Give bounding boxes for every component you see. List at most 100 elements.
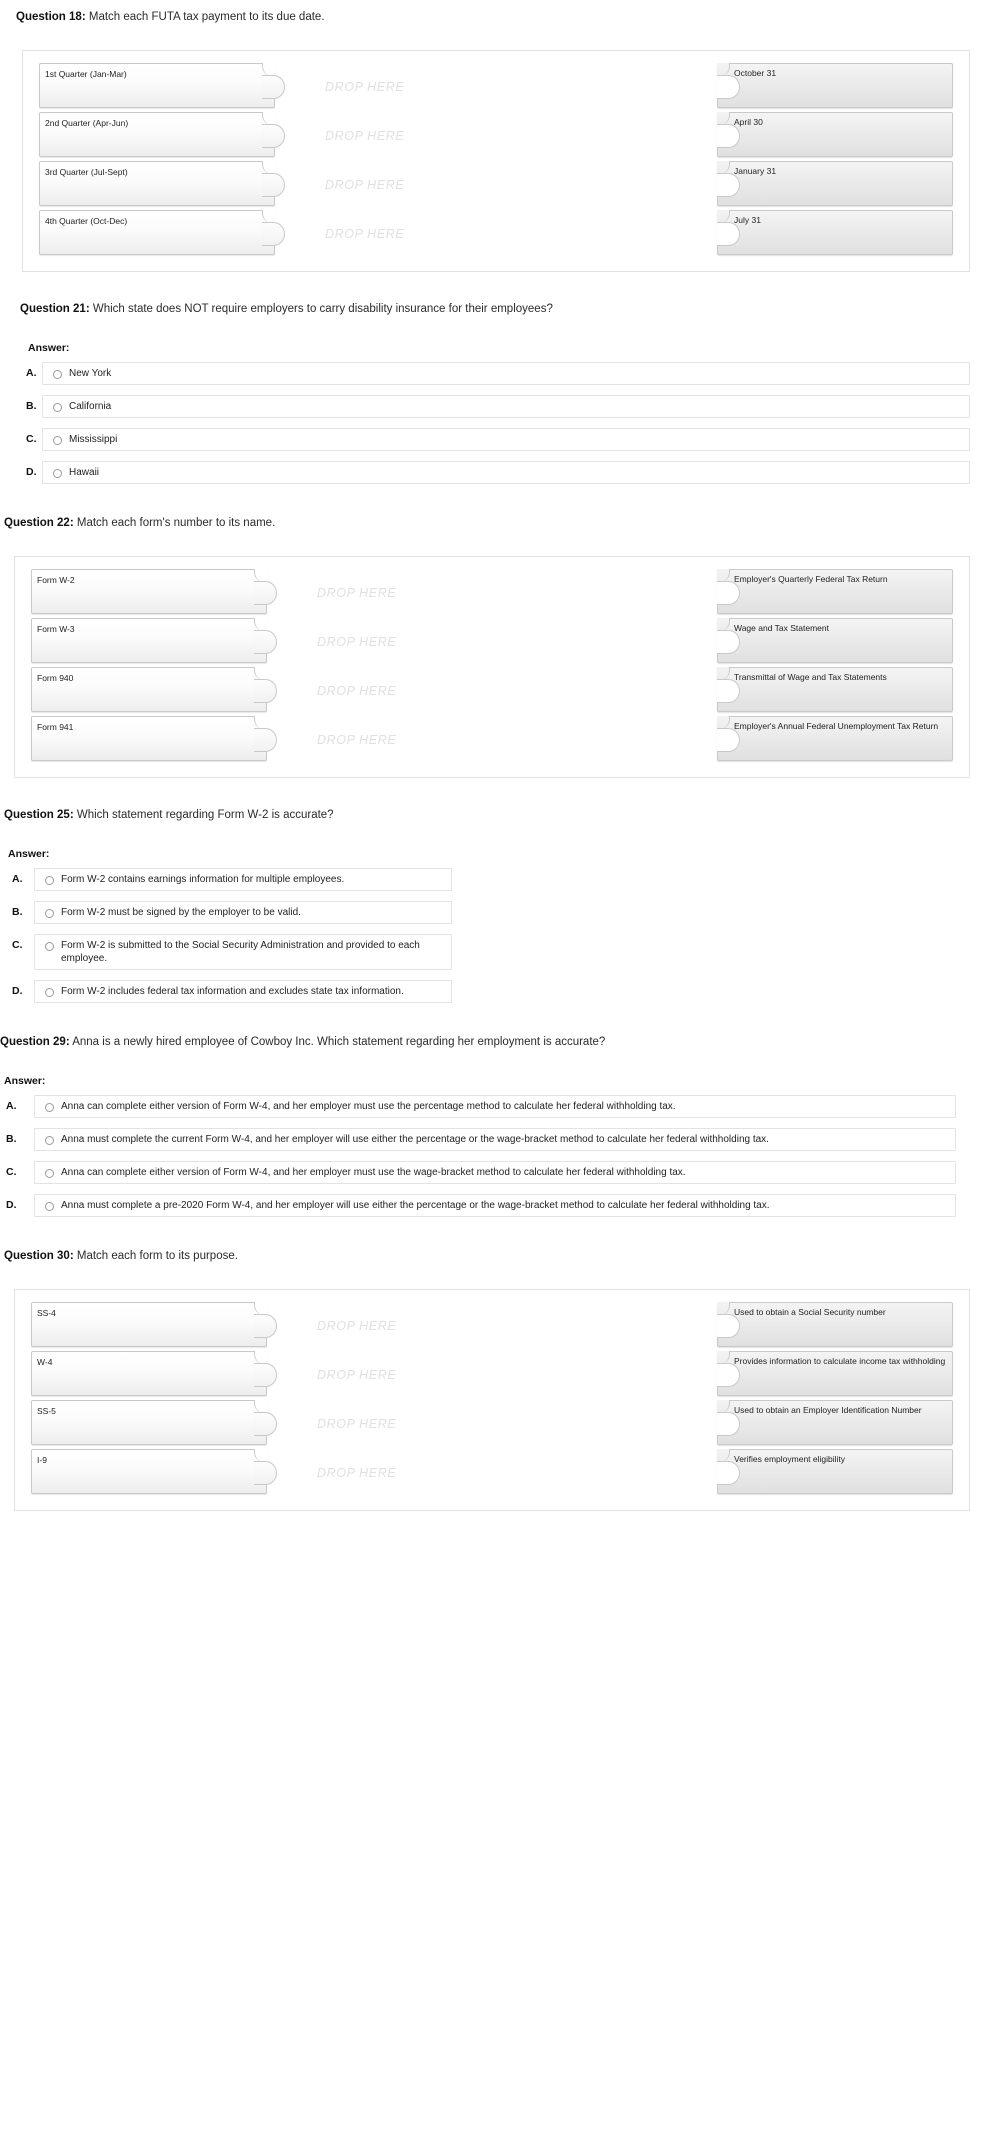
match-row: Form W-3 DROP HERE Wage and Tax Statemen… — [25, 618, 959, 667]
option-row-a[interactable]: A. New York — [8, 362, 984, 385]
option-box[interactable]: Hawaii — [42, 461, 970, 484]
drop-zone-label[interactable]: DROP HERE — [317, 586, 396, 600]
option-letter: A. — [12, 873, 23, 885]
drop-zone-label[interactable]: DROP HERE — [317, 1466, 396, 1480]
option-box[interactable]: Anna must complete the current Form W-4,… — [34, 1128, 956, 1151]
match-target-card[interactable]: Provides information to calculate income… — [717, 1351, 953, 1396]
option-row-a[interactable]: A. Anna can complete either version of F… — [0, 1095, 984, 1118]
drop-zone-label[interactable]: DROP HERE — [317, 1417, 396, 1431]
drop-zone-label[interactable]: DROP HERE — [317, 1368, 396, 1382]
question-30-number: Question 30: — [4, 1250, 74, 1262]
option-box[interactable]: Form W-2 includes federal tax informatio… — [34, 980, 452, 1003]
option-row-a[interactable]: A. Form W-2 contains earnings informatio… — [0, 868, 984, 891]
match-row: W-4 DROP HERE Provides information to ca… — [25, 1351, 959, 1400]
match-target-card[interactable]: Employer's Quarterly Federal Tax Return — [717, 569, 953, 614]
drop-zone-label[interactable]: DROP HERE — [325, 227, 404, 241]
option-box[interactable]: Form W-2 contains earnings information f… — [34, 868, 452, 891]
match-target-label: January 31 — [734, 166, 777, 176]
option-letter: D. — [12, 985, 23, 997]
option-row-c[interactable]: C. Mississippi — [8, 428, 984, 451]
option-box[interactable]: Anna can complete either version of Form… — [34, 1161, 956, 1184]
radio-button-icon[interactable] — [45, 988, 54, 997]
question-22-prompt: Match each form's number to its name. — [76, 517, 276, 529]
question-block-22: Question 22: Match each form's number to… — [0, 516, 984, 778]
radio-button-icon[interactable] — [53, 469, 62, 478]
option-text: Form W-2 includes federal tax informatio… — [61, 986, 404, 997]
option-box[interactable]: New York — [42, 362, 970, 385]
match-source-card[interactable]: 1st Quarter (Jan-Mar) — [39, 63, 285, 108]
option-box[interactable]: California — [42, 395, 970, 418]
drop-zone-label[interactable]: DROP HERE — [317, 1319, 396, 1333]
match-target-card[interactable]: Wage and Tax Statement — [717, 618, 953, 663]
radio-button-icon[interactable] — [53, 403, 62, 412]
option-row-d[interactable]: D. Hawaii — [8, 461, 984, 484]
match-target-label: Provides information to calculate income… — [734, 1356, 946, 1366]
question-21-prompt: Which state does NOT require employers t… — [92, 303, 553, 315]
match-target-label: Wage and Tax Statement — [734, 623, 829, 633]
question-21-number: Question 21: — [20, 303, 90, 315]
question-29-number: Question 29: — [0, 1036, 70, 1048]
radio-button-icon[interactable] — [45, 876, 54, 885]
match-target-label: Employer's Annual Federal Unemployment T… — [734, 721, 939, 731]
match-target-card[interactable]: Used to obtain an Employer Identificatio… — [717, 1400, 953, 1445]
match-target-card[interactable]: Transmittal of Wage and Tax Statements — [717, 667, 953, 712]
match-target-card[interactable]: April 30 — [717, 112, 953, 157]
radio-button-icon[interactable] — [45, 942, 54, 951]
radio-button-icon[interactable] — [45, 1202, 54, 1211]
option-row-b[interactable]: B. Form W-2 must be signed by the employ… — [0, 901, 984, 924]
match-source-card[interactable]: Form 940 — [31, 667, 277, 712]
question-18-heading: Question 18: Match each FUTA tax payment… — [8, 0, 984, 24]
match-target-card[interactable]: Employer's Annual Federal Unemployment T… — [717, 716, 953, 761]
drop-zone-label[interactable]: DROP HERE — [317, 733, 396, 747]
option-box[interactable]: Form W-2 is submitted to the Social Secu… — [34, 934, 452, 970]
question-21-heading: Question 21: Which state does NOT requir… — [8, 302, 984, 316]
match-source-card[interactable]: Form W-2 — [31, 569, 277, 614]
match-source-card[interactable]: SS-4 — [31, 1302, 277, 1347]
radio-button-icon[interactable] — [45, 909, 54, 918]
match-source-label: 4th Quarter (Oct-Dec) — [45, 216, 128, 226]
match-target-card[interactable]: Verifies employment eligibility — [717, 1449, 953, 1494]
match-target-card[interactable]: July 31 — [717, 210, 953, 255]
radio-button-icon[interactable] — [53, 436, 62, 445]
option-row-d[interactable]: D. Form W-2 includes federal tax informa… — [0, 980, 984, 1003]
match-row: SS-5 DROP HERE Used to obtain an Employe… — [25, 1400, 959, 1449]
match-source-card[interactable]: Form 941 — [31, 716, 277, 761]
radio-button-icon[interactable] — [45, 1103, 54, 1112]
option-row-d[interactable]: D. Anna must complete a pre-2020 Form W-… — [0, 1194, 984, 1217]
match-source-card[interactable]: I-9 — [31, 1449, 277, 1494]
option-box[interactable]: Anna must complete a pre-2020 Form W-4, … — [34, 1194, 956, 1217]
drop-zone-label[interactable]: DROP HERE — [325, 178, 404, 192]
match-source-card[interactable]: Form W-3 — [31, 618, 277, 663]
matching-panel-30: SS-4 DROP HERE Used to obtain a Social S… — [14, 1289, 970, 1511]
match-target-card[interactable]: January 31 — [717, 161, 953, 206]
match-source-card[interactable]: 4th Quarter (Oct-Dec) — [39, 210, 285, 255]
option-box[interactable]: Form W-2 must be signed by the employer … — [34, 901, 452, 924]
match-row: 1st Quarter (Jan-Mar) DROP HERE October … — [33, 63, 959, 112]
drop-zone-label[interactable]: DROP HERE — [325, 80, 404, 94]
match-target-card[interactable]: October 31 — [717, 63, 953, 108]
option-box[interactable]: Anna can complete either version of Form… — [34, 1095, 956, 1118]
match-row: 4th Quarter (Oct-Dec) DROP HERE July 31 — [33, 210, 959, 259]
drop-zone-label[interactable]: DROP HERE — [325, 129, 404, 143]
match-target-label: Transmittal of Wage and Tax Statements — [734, 672, 887, 682]
match-target-label: October 31 — [734, 68, 777, 78]
radio-button-icon[interactable] — [53, 370, 62, 379]
match-source-label: Form W-3 — [37, 624, 75, 634]
match-source-card[interactable]: W-4 — [31, 1351, 277, 1396]
match-source-card[interactable]: SS-5 — [31, 1400, 277, 1445]
option-row-b[interactable]: B. California — [8, 395, 984, 418]
match-source-card[interactable]: 2nd Quarter (Apr-Jun) — [39, 112, 285, 157]
option-row-c[interactable]: C. Anna can complete either version of F… — [0, 1161, 984, 1184]
question-block-25: Question 25: Which statement regarding F… — [0, 808, 984, 1003]
option-box[interactable]: Mississippi — [42, 428, 970, 451]
drop-zone-label[interactable]: DROP HERE — [317, 684, 396, 698]
drop-zone-label[interactable]: DROP HERE — [317, 635, 396, 649]
option-letter: A. — [26, 367, 37, 379]
match-target-card[interactable]: Used to obtain a Social Security number — [717, 1302, 953, 1347]
radio-button-icon[interactable] — [45, 1169, 54, 1178]
radio-button-icon[interactable] — [45, 1136, 54, 1145]
option-row-b[interactable]: B. Anna must complete the current Form W… — [0, 1128, 984, 1151]
option-row-c[interactable]: C. Form W-2 is submitted to the Social S… — [0, 934, 984, 970]
match-source-card[interactable]: 3rd Quarter (Jul-Sept) — [39, 161, 285, 206]
answer-heading: Answer: — [8, 848, 50, 860]
